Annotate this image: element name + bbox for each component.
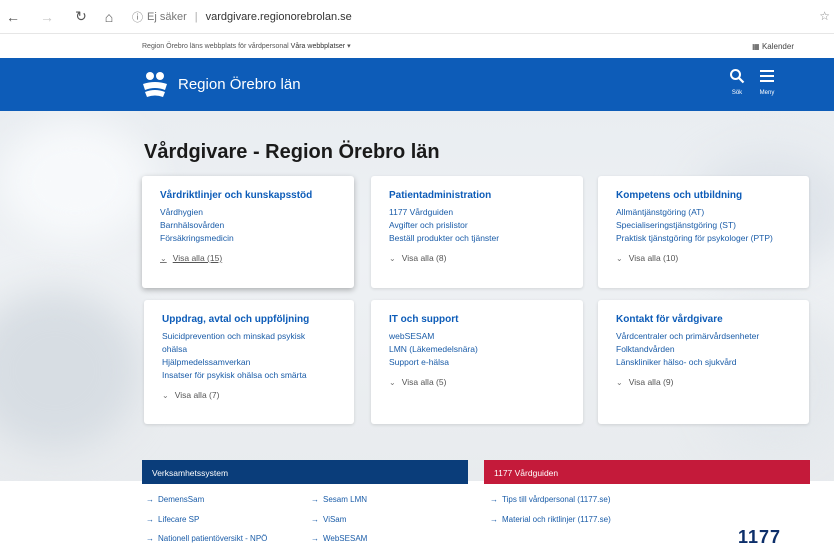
card-guidelines: Vårdriktlinjer och kunskapsstöd Vårdhygi… [142, 176, 354, 288]
show-all-button[interactable]: ⌄ Visa alla (7) [162, 390, 336, 400]
card-link[interactable]: Länskliniker hälso- och sjukvård [616, 356, 791, 369]
arrow-right-icon: → [311, 515, 319, 524]
show-all-button[interactable]: ⌄ Visa alla (5) [389, 377, 565, 387]
chevron-down-icon: ⌄ [616, 378, 623, 387]
arrow-right-icon: → [146, 515, 154, 524]
card-title[interactable]: Uppdrag, avtal och uppföljning [162, 314, 336, 325]
show-all-button[interactable]: ⌄ Visa alla (8) [389, 253, 565, 263]
arrow-right-icon: → [490, 515, 498, 524]
vardguiden-panel-header: 1177 Vårdguiden [484, 460, 810, 484]
url-text: vardgivare.regionorebrolan.se [205, 10, 352, 23]
card-link[interactable]: Allmäntjänstgöring (AT) [616, 206, 791, 219]
card-title[interactable]: IT och support [389, 314, 565, 325]
card-title[interactable]: Patientadministration [389, 190, 565, 201]
systems-panel-header: Verksamhetssystem [142, 460, 468, 484]
arrow-right-icon: → [490, 495, 498, 504]
card-title[interactable]: Kompetens och utbildning [616, 190, 791, 201]
site-header: Region Örebro län Sök Meny [0, 58, 834, 111]
chevron-down-icon: ⌄ [389, 254, 396, 263]
logo-1177[interactable]: 1177 [738, 527, 781, 547]
page-title: Vårdgivare - Region Örebro län [144, 141, 440, 163]
arrow-right-icon: → [146, 534, 154, 543]
vardguiden-link[interactable]: → Material och riktlinjer (1177.se) [490, 515, 611, 524]
chevron-down-icon: ⌄ [616, 254, 623, 263]
chevron-down-icon: ⌄ [389, 378, 396, 387]
menu-button[interactable]: Meny [752, 68, 782, 102]
card-link[interactable]: Support e-hälsa [389, 356, 565, 369]
show-all-button[interactable]: ⌄ Visa alla (9) [616, 377, 791, 387]
calendar-icon: ▦ [752, 41, 760, 51]
card-link[interactable]: 1177 Vårdguiden [389, 206, 565, 219]
chevron-down-icon: ⌄ [160, 254, 167, 263]
card-assignments: Uppdrag, avtal och uppföljning Suicidpre… [144, 300, 354, 424]
card-contact: Kontakt för vårdgivare Vårdcentraler och… [598, 300, 809, 424]
card-title[interactable]: Vårdriktlinjer och kunskapsstöd [160, 190, 336, 201]
show-all-button[interactable]: ⌄ Visa alla (15) [160, 253, 336, 263]
chevron-down-icon: ▾ [347, 43, 351, 50]
utility-bar: Region Örebro läns webbplats för vårdper… [0, 34, 834, 58]
system-link[interactable]: → DemensSam [146, 495, 204, 504]
card-link[interactable]: webSESAM [389, 330, 565, 343]
card-link[interactable]: Insatser för psykisk ohälsa och smärta [162, 369, 336, 382]
forward-icon[interactable]: → [36, 6, 58, 28]
card-link[interactable]: Vårdhygien [160, 206, 336, 219]
card-link[interactable]: Försäkringsmedicin [160, 232, 336, 245]
card-it-support: IT och support webSESAM LMN (Läkemedelsn… [371, 300, 583, 424]
card-link[interactable]: Folktandvården [616, 343, 791, 356]
search-button[interactable]: Sök [722, 68, 752, 102]
region-logo-icon[interactable] [140, 70, 170, 100]
card-title[interactable]: Kontakt för vårdgivare [616, 314, 791, 325]
refresh-icon[interactable]: ↻ [70, 6, 92, 28]
card-link[interactable]: Hjälpmedelssamverkan [162, 356, 336, 369]
util-prefix: Region Örebro läns webbplats för vårdper… [142, 43, 289, 50]
system-link[interactable]: → ViSam [311, 515, 346, 524]
calendar-link[interactable]: ▦ Kalender [752, 42, 794, 51]
card-link[interactable]: ohälsa [162, 343, 336, 356]
system-link[interactable]: → Nationell patientöversikt - NPÖ [146, 534, 267, 543]
card-link[interactable]: Praktisk tjänstgöring för psykologer (PT… [616, 232, 791, 245]
browser-toolbar: ← → ↻ ⌂ ⓘ Ej säker | vardgivare.regionor… [0, 0, 834, 34]
card-link[interactable]: Vårdcentraler och primärvårdsenheter [616, 330, 791, 343]
hero-background [0, 111, 834, 481]
card-link[interactable]: Specialiseringstjänstgöring (ST) [616, 219, 791, 232]
card-link[interactable]: Suicidprevention och minskad psykisk [162, 330, 336, 343]
our-sites-link[interactable]: Våra webbplatser [291, 43, 345, 50]
arrow-right-icon: → [146, 495, 154, 504]
card-link[interactable]: LMN (Läkemedelsnära) [389, 343, 565, 356]
hamburger-icon [760, 70, 774, 82]
home-icon[interactable]: ⌂ [98, 6, 120, 28]
info-icon[interactable]: ⓘ [132, 9, 143, 25]
card-link[interactable]: Avgifter och prislistor [389, 219, 565, 232]
search-icon [730, 69, 745, 84]
card-link[interactable]: Barnhälsovården [160, 219, 336, 232]
card-link[interactable]: Beställ produkter och tjänster [389, 232, 565, 245]
system-link[interactable]: → Lifecare SP [146, 515, 199, 524]
system-link[interactable]: → Sesam LMN [311, 495, 367, 504]
favorite-star-icon[interactable]: ☆ [819, 9, 830, 23]
system-link[interactable]: → WebSESAM [311, 534, 367, 543]
not-secure-label: Ej säker [147, 10, 187, 23]
vardguiden-link[interactable]: → Tips till vårdpersonal (1177.se) [490, 495, 611, 504]
show-all-button[interactable]: ⌄ Visa alla (10) [616, 253, 791, 263]
card-patient-admin: Patientadministration 1177 Vårdguiden Av… [371, 176, 583, 288]
back-icon[interactable]: ← [2, 6, 24, 28]
address-bar[interactable]: ⓘ Ej säker | vardgivare.regionorebrolan.… [132, 9, 352, 25]
arrow-right-icon: → [311, 534, 319, 543]
chevron-down-icon: ⌄ [162, 391, 169, 400]
arrow-right-icon: → [311, 495, 319, 504]
brand-name[interactable]: Region Örebro län [178, 76, 301, 93]
card-competence: Kompetens och utbildning Allmäntjänstgör… [598, 176, 809, 288]
